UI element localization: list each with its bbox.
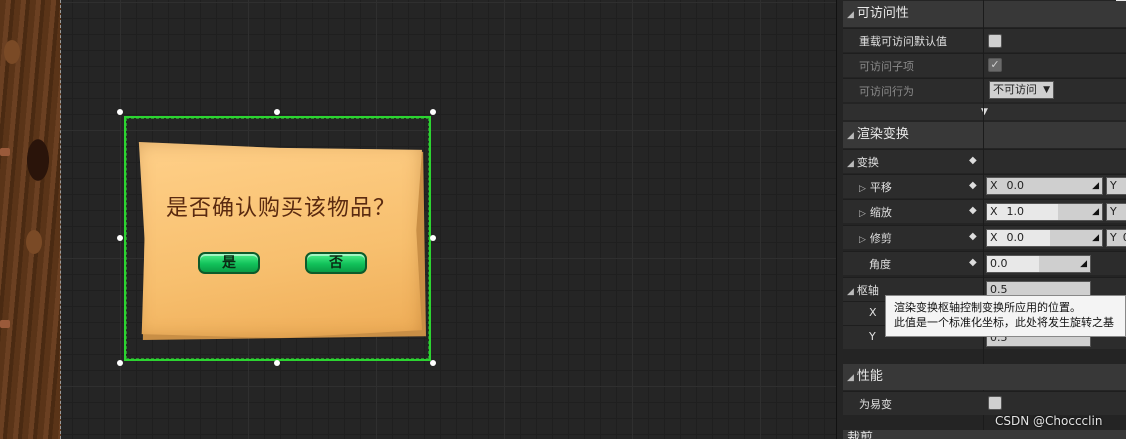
axis-x-label: X: [990, 205, 998, 218]
access-behavior-value: 不可访问: [993, 83, 1037, 96]
expand-arrow-icon: ▷: [859, 209, 866, 219]
collapse-arrow-icon: ◢: [847, 373, 854, 383]
resize-handle-bottom-left[interactable]: [117, 360, 123, 366]
axis-y-label: Y: [1110, 231, 1117, 244]
csdn-watermark: CSDN @Choccclin: [995, 414, 1103, 428]
row-volatile: 为易变: [843, 391, 1126, 415]
resize-handle-bottom[interactable]: [274, 360, 280, 366]
expand-arrow-icon: ▷: [859, 235, 866, 245]
resize-handle-top-right[interactable]: [430, 109, 436, 115]
reset-to-default-icon[interactable]: ◆: [969, 180, 979, 191]
override-default-label: 重载可访问默认值: [859, 35, 947, 48]
reset-to-default-icon[interactable]: ◆: [969, 231, 979, 242]
tree-trunk-background: [0, 0, 61, 439]
shear-y-field[interactable]: Y0: [1106, 229, 1126, 247]
drag-handle-icon: ◢: [1080, 259, 1087, 269]
section-performance[interactable]: ◢ 性能: [843, 364, 1126, 390]
collapse-arrow-icon: ◢: [847, 10, 854, 20]
shear-x-field[interactable]: X 0.0 ◢: [986, 229, 1103, 247]
dropdown-caret-icon: ▼: [1043, 85, 1050, 95]
pivot-x-label: X: [869, 306, 877, 319]
section-title: 可访问性: [856, 6, 909, 21]
section-title: 渲染变换: [856, 127, 909, 142]
scale-x-value: 1.0: [1006, 205, 1025, 218]
reset-to-default-icon[interactable]: ◆: [969, 155, 979, 166]
collapse-arrow-icon: ◢: [847, 131, 854, 141]
resize-handle-right[interactable]: [430, 235, 436, 241]
drag-handle-icon: ◢: [1092, 181, 1099, 191]
tree-knot: [4, 40, 20, 64]
section-render-transform[interactable]: ◢ 渲染变换: [843, 122, 1126, 148]
scale-label: 缩放: [869, 206, 892, 219]
pivot-tooltip: 渲染变换枢轴控制变换所应用的位置。 此值是一个标准化坐标，此处将发生旋转之基: [885, 295, 1126, 337]
reset-to-default-icon[interactable]: ◆: [969, 205, 979, 216]
translation-y-field[interactable]: Y: [1106, 177, 1126, 195]
translation-label: 平移: [869, 181, 892, 194]
translation-x-field[interactable]: X 0.0 ◢: [986, 177, 1103, 195]
axis-y-label: Y: [1110, 179, 1117, 192]
angle-value: 0.0: [990, 257, 1008, 270]
tree-knot: [26, 230, 42, 254]
tree-leaf: [0, 148, 10, 156]
row-child-items: 可访问子项: [843, 53, 1126, 77]
row-access-behavior: 可访问行为: [843, 78, 1126, 102]
collapse-arrow-icon: ◢: [847, 159, 854, 169]
section-next[interactable]: 裁剪: [843, 430, 1126, 439]
drag-handle-icon: ◢: [1092, 207, 1099, 217]
resize-handle-left[interactable]: [117, 235, 123, 241]
axis-y-label: Y: [1110, 205, 1117, 218]
row-override-default: 重载可访问默认值: [843, 28, 1126, 52]
shear-x-value: 0.0: [1006, 231, 1025, 244]
section-title: 性能: [856, 369, 883, 384]
pivot-y-label: Y: [869, 330, 876, 343]
axis-x-label: X: [990, 179, 998, 192]
tooltip-line-2: 此值是一个标准化坐标，此处将发生旋转之基: [894, 316, 1114, 329]
selection-outline-dashed: [126, 118, 429, 359]
pivot-label: 枢轴: [856, 284, 879, 297]
collapse-arrow-icon: ◢: [847, 287, 854, 297]
advanced-expand-toggle[interactable]: ▼: [843, 104, 1126, 120]
override-default-checkbox[interactable]: [988, 34, 1002, 48]
angle-field[interactable]: 0.0 ◢: [986, 255, 1091, 273]
resize-handle-top[interactable]: [274, 109, 280, 115]
drag-handle-icon: ◢: [1092, 233, 1099, 243]
tree-leaf: [0, 320, 10, 328]
resize-handle-bottom-right[interactable]: [430, 360, 436, 366]
volatile-checkbox[interactable]: [988, 396, 1002, 410]
expand-arrow-icon: ▷: [859, 184, 866, 194]
transform-group-label: 变换: [856, 156, 879, 169]
tooltip-line-1: 渲染变换枢轴控制变换所应用的位置。: [894, 301, 1081, 314]
angle-label: 角度: [869, 258, 891, 271]
volatile-label: 为易变: [859, 398, 892, 411]
child-items-checkbox: ✓: [988, 58, 1002, 72]
scale-x-field[interactable]: X 1.0 ◢: [986, 203, 1103, 221]
scale-y-field[interactable]: Y: [1106, 203, 1126, 221]
section-accessibility[interactable]: ◢ 可访问性: [843, 1, 1126, 27]
shear-label: 修剪: [869, 232, 892, 245]
reset-to-default-icon[interactable]: ◆: [969, 257, 979, 268]
access-behavior-label: 可访问行为: [859, 85, 914, 98]
resize-handle-top-left[interactable]: [117, 109, 123, 115]
child-items-label: 可访问子项: [859, 60, 914, 73]
section-title: 裁剪: [847, 431, 874, 439]
access-behavior-dropdown[interactable]: 不可访问 ▼: [989, 81, 1054, 99]
row-transform-group[interactable]: ◢ 变换: [843, 149, 1126, 173]
translation-x-value: 0.0: [1006, 179, 1025, 192]
designer-canvas[interactable]: 是否确认购买该物品？ 是 否: [0, 0, 836, 439]
axis-x-label: X: [990, 231, 998, 244]
